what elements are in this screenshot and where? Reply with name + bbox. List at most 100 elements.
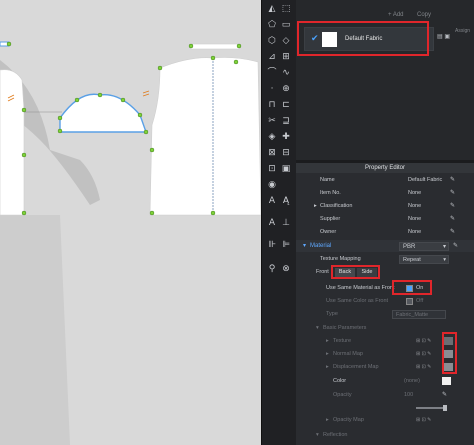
opacity-slider-handle[interactable] [443,405,447,411]
point[interactable] [157,65,163,71]
text-style-icon[interactable]: Ą [281,196,291,206]
grading-icon[interactable]: ⊫ [281,240,291,250]
offset-icon[interactable]: ⊕ [281,84,291,94]
name-value[interactable]: Default Fabric [408,174,442,186]
point[interactable] [210,55,216,61]
expand-icon[interactable]: ▸ [326,414,329,426]
point[interactable] [233,59,239,65]
button-icon[interactable]: ◉ [267,180,277,190]
eyedropper-icon[interactable]: ✎ [442,389,447,401]
duplicate-icon[interactable]: ▤ ▣ [437,33,450,40]
edit-curve-icon[interactable]: ⌒ [267,68,277,78]
point[interactable] [149,147,155,153]
collapse-icon[interactable]: ▾ [316,322,319,334]
opacity-slider[interactable] [416,407,446,409]
expand-icon[interactable]: ▸ [326,361,329,373]
map-tools-icon[interactable]: ⊞ ⊡ ✎ [416,335,431,347]
item-no-value[interactable]: None [408,187,421,199]
add-button[interactable]: + Add [388,12,404,18]
text-icon[interactable]: A [267,196,277,206]
measure-icon[interactable]: ⊥ [281,218,291,228]
assign-button[interactable]: Assign [455,28,470,34]
transform-icon[interactable]: ⬚ [281,4,291,14]
fold-icon[interactable]: ⊞ [281,52,291,62]
point[interactable] [6,41,12,47]
point[interactable] [21,152,27,158]
opacity-value[interactable]: 100 [404,389,413,401]
dart-icon[interactable]: ◇ [281,36,291,46]
pin-icon[interactable]: ⚲ [267,264,277,274]
edit-icon[interactable]: ✎ [450,226,455,238]
pattern-piece-collar[interactable] [190,43,240,50]
collapse-icon[interactable]: ▾ [316,429,319,441]
pattern-canvas[interactable] [0,0,261,445]
arrange-icon[interactable]: ⊗ [281,264,291,274]
internal-polygon-icon[interactable]: ⬡ [267,36,277,46]
point[interactable] [97,92,103,98]
type-dropdown[interactable]: Fabric_Matte [392,310,446,319]
tab-front[interactable]: Front [316,266,329,278]
collapse-icon[interactable]: ▾ [303,240,306,252]
free-sewing-icon[interactable]: ◈ [267,132,277,142]
rectangle-icon[interactable]: ▭ [281,20,291,30]
texture-mapping-dropdown[interactable]: Repeat ▾ [399,255,449,264]
supplier-value[interactable]: None [408,213,421,225]
point[interactable] [120,97,126,103]
row-opacity: Opacity 100 ✎ [296,389,474,401]
point[interactable] [188,43,194,49]
copy-button[interactable]: Copy [417,12,431,18]
pattern-2d-window[interactable] [0,0,261,445]
ruler-icon[interactable]: ⊪ [267,240,277,250]
segment-sewing-icon[interactable]: ⊒ [281,116,291,126]
tack-icon[interactable]: ⊠ [267,148,277,158]
point-icon[interactable]: · [267,84,277,94]
name-label: Name [320,177,335,183]
material-section-header[interactable]: ▾ Material PBR ▾ ✎ [296,240,474,252]
color-swatch[interactable] [442,377,451,385]
expand-icon[interactable]: ▸ [326,335,329,347]
same-color-checkbox[interactable] [406,298,413,305]
zipper-icon[interactable]: ⊟ [281,148,291,158]
material-type-dropdown[interactable]: PBR ▾ [399,242,449,251]
point[interactable] [57,115,63,121]
point[interactable] [137,112,143,118]
edit-icon[interactable]: ✎ [450,200,455,212]
polygon-icon[interactable]: ⬠ [267,20,277,30]
point[interactable] [236,43,242,49]
scissors-icon[interactable]: ✂ [267,116,277,126]
edit-icon[interactable]: ✎ [450,174,455,186]
owner-value[interactable]: None [408,226,421,238]
trace-icon[interactable]: ⊿ [267,52,277,62]
opacity-label: Opacity [333,392,352,398]
expand-icon[interactable]: ▸ [326,348,329,360]
notch-icon[interactable]: ⊓ [267,100,277,110]
select-icon[interactable]: ◭ [267,4,277,14]
map-tools-icon[interactable]: ⊞ ⊡ ✎ [416,361,431,373]
point[interactable] [149,210,155,216]
notch [142,90,150,94]
map-tools-icon[interactable]: ⊞ ⊡ ✎ [416,414,431,426]
point[interactable] [57,128,63,134]
highlight-box-map-thumbnails [442,332,457,374]
text-size-icon[interactable]: A [267,218,277,228]
edit-icon[interactable]: ✎ [453,242,458,249]
point[interactable] [21,107,27,113]
graphic-icon[interactable]: ▣ [281,164,291,174]
map-tools-icon[interactable]: ⊞ ⊡ ✎ [416,348,431,360]
edit-icon[interactable]: ✎ [450,187,455,199]
point[interactable] [143,129,149,135]
edit-texture-icon[interactable]: ⊡ [267,164,277,174]
expand-icon[interactable]: ▸ [314,200,317,212]
point[interactable] [21,210,27,216]
check-sewing-icon[interactable]: ✚ [281,132,291,142]
point[interactable] [74,97,80,103]
point[interactable] [210,210,216,216]
pattern-piece-front-left[interactable] [0,69,25,216]
curve-point-icon[interactable]: ∿ [281,68,291,78]
sewing-icon[interactable]: ⊏ [281,100,291,110]
edit-icon[interactable]: ✎ [450,213,455,225]
app-window: ◭ ⬚ ⬠ ▭ ⬡ ◇ ⊿ ⊞ ⌒ ∿ · ⊕ ⊓ ⊏ ✂ ⊒ ◈ ✚ ⊠ ⊟ … [0,0,474,445]
pattern-piece-back[interactable] [149,57,261,216]
pattern-piece-sleeve[interactable] [59,93,147,133]
classification-value[interactable]: None [408,200,421,212]
